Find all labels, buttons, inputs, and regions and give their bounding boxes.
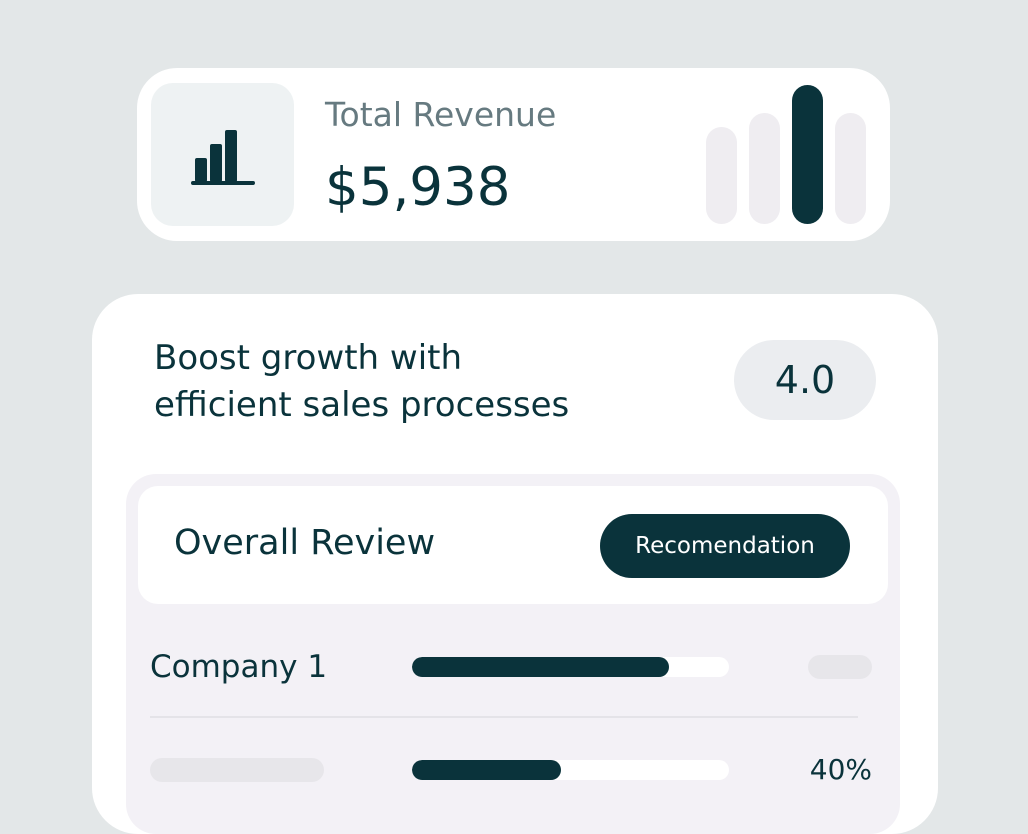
review-row[interactable]: 40%: [126, 740, 900, 800]
bar-chart-icon: [191, 130, 255, 185]
review-header: Overall Review Recomendation: [138, 486, 888, 604]
mini-bar: [706, 127, 737, 224]
progress-value: 40%: [809, 753, 872, 786]
revenue-mini-chart: [706, 85, 868, 224]
headline-line-2: efficient sales processes: [154, 385, 570, 425]
sales-growth-card: Boost growth with efficient sales proces…: [92, 294, 938, 834]
mini-bar: [749, 113, 780, 224]
recommendation-button[interactable]: Recomendation: [600, 514, 850, 578]
review-row[interactable]: Company 1: [126, 637, 900, 697]
company-name: Company 1: [150, 649, 328, 685]
value-placeholder: [808, 655, 872, 679]
progress-track: [412, 657, 729, 677]
row-divider: [150, 716, 858, 718]
mini-bar-active: [792, 85, 823, 224]
revenue-icon-box: [151, 83, 294, 226]
review-title: Overall Review: [174, 523, 436, 563]
review-panel: Overall Review Recomendation Company 1 4…: [126, 474, 900, 834]
revenue-label: Total Revenue: [325, 95, 557, 134]
card-headline: Boost growth with efficient sales proces…: [154, 335, 569, 429]
progress-fill: [412, 760, 561, 780]
mini-bar: [835, 113, 866, 224]
progress-fill: [412, 657, 669, 677]
name-placeholder: [150, 758, 324, 782]
progress-track: [412, 760, 729, 780]
rating-badge: 4.0: [734, 340, 876, 420]
revenue-value: $5,938: [325, 157, 511, 218]
headline-line-1: Boost growth with: [154, 338, 463, 378]
total-revenue-card[interactable]: Total Revenue $5,938: [137, 68, 890, 241]
